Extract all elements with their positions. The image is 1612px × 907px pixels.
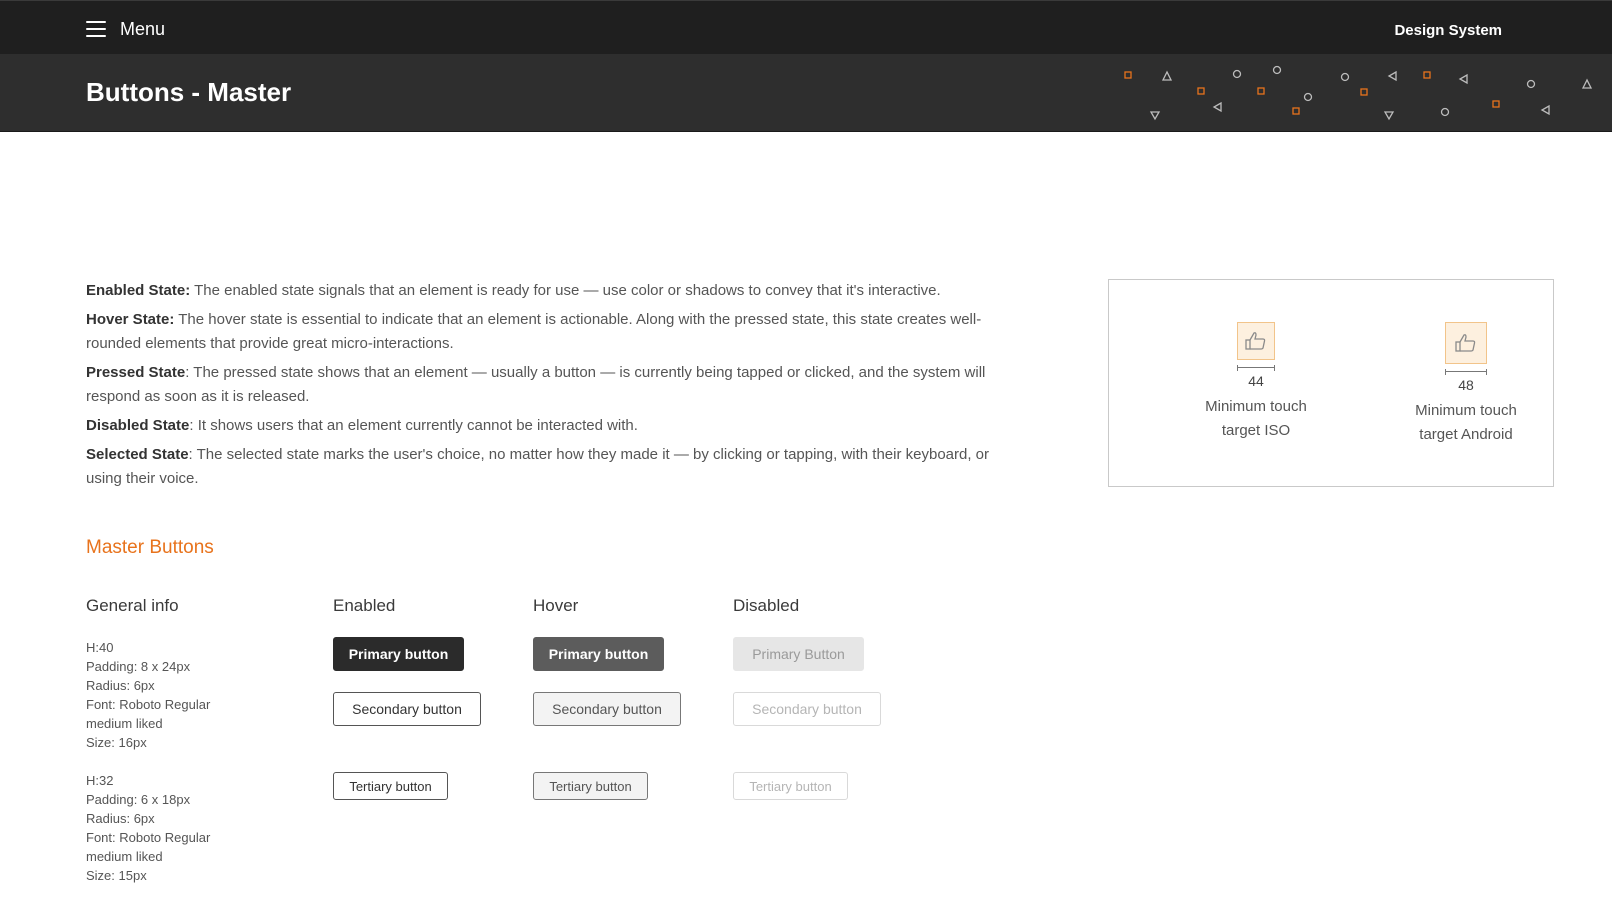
info-line: Font: Roboto Regular (86, 697, 211, 712)
deco-triangle (1383, 111, 1395, 121)
column-header-info: General info (86, 596, 179, 615)
deco-circle (1440, 107, 1450, 117)
info-line: Radius: 6px (86, 678, 155, 693)
menu-label: Menu (120, 18, 166, 39)
deco-triangle (1458, 73, 1468, 85)
deco-square (1292, 107, 1300, 115)
info-line: medium liked (86, 716, 163, 731)
deco-square (1423, 71, 1431, 79)
state-term: Hover State: (86, 311, 175, 328)
menu-button[interactable]: Menu (86, 17, 165, 41)
info-line: medium liked (86, 849, 163, 864)
tertiary-button-disabled[interactable]: Tertiary button (733, 772, 848, 800)
thumbs-up-icon (1445, 322, 1487, 364)
info-line: Size: 15px (86, 868, 147, 883)
info-large-buttons: H:40 Padding: 8 x 24px Radius: 6px Font:… (86, 638, 210, 752)
section-title: Master Buttons (86, 537, 214, 558)
column-header-enabled: Enabled (333, 596, 396, 615)
info-line: Radius: 6px (86, 811, 155, 826)
thumbs-up-icon (1237, 322, 1275, 360)
state-term: Disabled State (86, 417, 190, 434)
info-line: H:40 (86, 640, 114, 655)
deco-triangle (1149, 111, 1161, 121)
deco-circle (1232, 69, 1242, 79)
state-text: The enabled state signals that an elemen… (190, 282, 941, 299)
brand-title: Design System (1394, 22, 1502, 39)
primary-button-hover[interactable]: Primary button (533, 637, 664, 671)
deco-circle (1303, 92, 1313, 102)
deco-square (1360, 88, 1368, 96)
secondary-button-hover[interactable]: Secondary button (533, 692, 681, 726)
info-line: Padding: 8 x 24px (86, 659, 191, 674)
deco-square (1197, 87, 1205, 95)
state-text: : The selected state marks the user's ch… (86, 446, 990, 487)
touch-measure (1445, 369, 1487, 375)
touch-target-android: 48 Minimum touch target Android (1391, 322, 1541, 447)
deco-triangle (1161, 70, 1173, 81)
touch-measure (1237, 365, 1275, 371)
state-hover-desc: Hover State: The hover state is essentia… (86, 308, 996, 356)
deco-square (1257, 87, 1265, 95)
state-enabled-desc: Enabled State: The enabled state signals… (86, 279, 996, 303)
deco-square (1124, 71, 1132, 79)
deco-circle (1526, 79, 1536, 89)
secondary-button-enabled[interactable]: Secondary button (333, 692, 481, 726)
info-line: H:32 (86, 773, 114, 788)
touch-value: 48 (1458, 377, 1474, 393)
secondary-button-disabled[interactable]: Secondary button (733, 692, 881, 726)
info-small-buttons: H:32 Padding: 6 x 18px Radius: 6px Font:… (86, 771, 210, 885)
info-line: Font: Roboto Regular (86, 830, 211, 845)
touch-label-line: Minimum touch (1205, 398, 1307, 415)
touch-label: Minimum touch target ISO (1181, 395, 1331, 443)
hamburger-icon (86, 21, 106, 37)
deco-triangle (1540, 104, 1550, 116)
deco-square (1492, 100, 1500, 108)
column-header-hover: Hover (533, 596, 579, 615)
primary-button-disabled[interactable]: Primary Button (733, 637, 864, 671)
tertiary-button-hover[interactable]: Tertiary button (533, 772, 648, 800)
state-text: The hover state is essential to indicate… (86, 311, 982, 352)
state-descriptions: Enabled State: The enabled state signals… (86, 279, 996, 496)
decorative-shapes (1124, 65, 1593, 121)
deco-triangle (1581, 78, 1593, 89)
deco-circle (1272, 65, 1282, 75)
touch-target-iso: 44 Minimum touch target ISO (1181, 322, 1331, 443)
state-disabled-desc: Disabled State: It shows users that an e… (86, 414, 996, 438)
primary-button-enabled[interactable]: Primary button (333, 637, 464, 671)
state-term: Selected State (86, 446, 189, 463)
deco-triangle (1212, 101, 1222, 113)
state-pressed-desc: Pressed State: The pressed state shows t… (86, 361, 996, 409)
state-text: : It shows users that an element current… (189, 417, 638, 434)
touch-label-line: target ISO (1221, 422, 1291, 439)
touch-target-card: 44 Minimum touch target ISO 48 Minimum to… (1108, 279, 1554, 487)
info-line: Padding: 6 x 18px (86, 792, 191, 807)
touch-value: 44 (1248, 373, 1264, 389)
tertiary-button-enabled[interactable]: Tertiary button (333, 772, 448, 800)
deco-circle (1340, 72, 1350, 82)
state-text: : The pressed state shows that an elemen… (86, 364, 986, 405)
touch-label-line: target Android (1419, 426, 1513, 443)
state-selected-desc: Selected State: The selected state marks… (86, 443, 996, 491)
touch-label-line: Minimum touch (1415, 402, 1517, 419)
info-line: Size: 16px (86, 735, 147, 750)
state-term: Pressed State (86, 364, 186, 381)
state-term: Enabled State: (86, 282, 191, 299)
touch-label: Minimum touch target Android (1391, 399, 1541, 447)
deco-triangle (1387, 70, 1397, 82)
top-bar: Menu Design System (0, 0, 1612, 54)
column-header-disabled: Disabled (733, 596, 800, 615)
page-header: Buttons - Master (0, 54, 1612, 132)
